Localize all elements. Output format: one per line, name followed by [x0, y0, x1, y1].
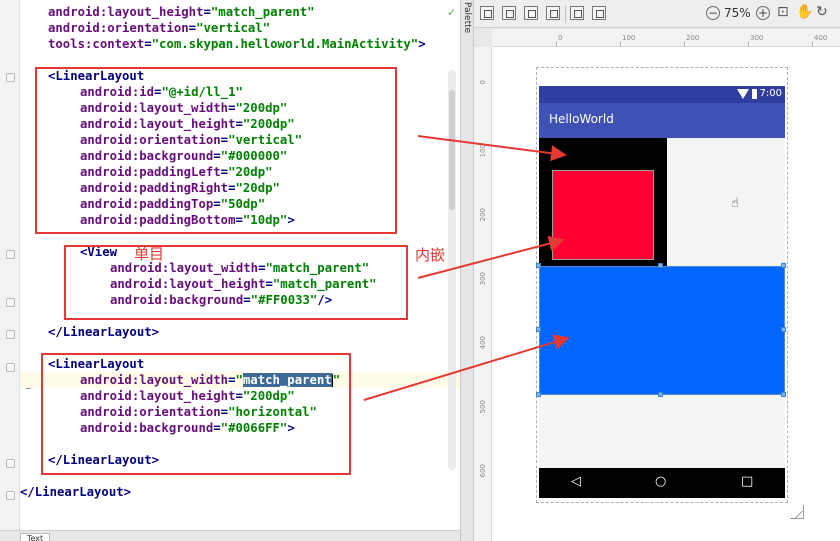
ruler-top-label: 0 [558, 34, 563, 42]
resize-handle[interactable] [536, 392, 541, 397]
preview-linearlayout-2[interactable] [539, 266, 785, 395]
code-token: = [188, 21, 197, 35]
refresh-icon[interactable]: ↻ [816, 4, 828, 20]
ruler-tick [556, 41, 557, 47]
code-token: "com.skypan.helloworld.MainActivity" [151, 37, 419, 51]
zoom-out-icon[interactable]: − [706, 6, 720, 20]
code-token: android:orientation [48, 21, 189, 35]
toolbar-divider [565, 5, 566, 23]
ruler-left: 0 100 200 300 400 500 600 [474, 47, 492, 541]
fold-marker-icon[interactable] [6, 459, 15, 468]
annotation-nested-label: 内嵌 [415, 246, 446, 264]
nav-bar: ◁ ○ □ [539, 468, 785, 498]
ruler-left-label: 600 [479, 464, 487, 478]
blueprint-icon[interactable] [524, 6, 538, 20]
status-bar: 7:00 [539, 86, 785, 103]
check-icon: ✓ [447, 6, 457, 19]
highlight-box-second-layout [41, 353, 351, 475]
expand-horizontal-icon[interactable] [570, 6, 584, 20]
highlight-box-outer-layout [35, 67, 397, 234]
ruler-tick [684, 41, 685, 47]
pan-hand-icon[interactable]: ✋ [796, 4, 813, 20]
resize-handle[interactable] [536, 327, 541, 332]
ruler-left-label: 300 [479, 272, 487, 286]
fold-marker-icon[interactable] [6, 363, 15, 372]
resize-handle[interactable] [781, 392, 786, 397]
hand-cursor-icon: ☝ [731, 196, 739, 211]
ruler-left-label: 100 [479, 144, 487, 158]
ruler-tick [812, 41, 813, 47]
editor-gutter [0, 0, 20, 530]
palette-label[interactable]: Palette [462, 2, 472, 33]
code-token: "vertical" [196, 21, 271, 35]
ruler-left-label: 400 [479, 336, 487, 350]
resize-handle[interactable] [658, 392, 663, 397]
code-token: > [418, 37, 426, 51]
ruler-left-label: 0 [479, 80, 487, 85]
palette-strip[interactable]: Palette [460, 0, 474, 541]
expand-vertical-icon[interactable] [592, 6, 606, 20]
zoom-in-icon[interactable]: + [756, 6, 770, 20]
code-line[interactable]: android:orientation="vertical" [48, 20, 270, 36]
battery-icon [752, 89, 757, 99]
ruler-tick [748, 41, 749, 47]
code-token: </LinearLayout> [48, 325, 160, 339]
ruler-top-label: 300 [750, 34, 764, 42]
fold-marker-icon[interactable] [6, 298, 15, 307]
code-line[interactable]: android:layout_height="match_parent" [48, 4, 315, 20]
ruler-left-label: 200 [479, 208, 487, 222]
scrollbar-thumb[interactable] [449, 90, 455, 210]
tab-text[interactable]: Text [20, 533, 51, 541]
back-icon[interactable]: ◁ [571, 474, 581, 489]
resize-handle[interactable] [536, 263, 541, 268]
fold-marker-icon[interactable] [6, 491, 15, 500]
code-line[interactable]: tools:context="com.skypan.helloworld.Mai… [48, 36, 426, 52]
fold-marker-icon[interactable] [6, 250, 15, 259]
toggle-viewport-icon[interactable] [480, 6, 494, 20]
app-title: HelloWorld [549, 112, 614, 126]
home-icon[interactable]: ○ [655, 474, 666, 489]
select-mode-icon[interactable] [502, 6, 516, 20]
zoom-level: 75% [724, 6, 751, 20]
annotation-single-label: 单目 [134, 245, 165, 263]
ruler-top-label: 400 [814, 34, 828, 42]
design-toolbar: − 75% + ⊡ ✋ ↻ [474, 0, 840, 28]
resize-handle[interactable] [781, 263, 786, 268]
code-token: </LinearLayout> [20, 485, 132, 499]
status-time: 7:00 [759, 88, 782, 99]
ruler-tick [620, 41, 621, 47]
resize-handle[interactable] [781, 327, 786, 332]
ruler-left-label: 500 [479, 400, 487, 414]
code-line[interactable]: </LinearLayout> [20, 484, 131, 500]
zoom-fit-icon[interactable]: ⊡ [777, 4, 789, 20]
fold-marker-icon[interactable] [6, 73, 15, 82]
code-token: android:layout_height [48, 5, 204, 19]
ruler-top: 0 100 200 300 400 [492, 29, 840, 47]
sum-icon[interactable] [546, 6, 560, 20]
highlight-box-view [64, 245, 408, 320]
preview-inner-view[interactable] [552, 170, 654, 260]
code-token: tools:context [48, 37, 145, 51]
resize-handle[interactable] [658, 263, 663, 268]
recents-icon[interactable]: □ [741, 474, 753, 489]
resize-grip-icon[interactable] [790, 505, 804, 519]
editor-bottom-tabs: Text [0, 530, 460, 541]
code-editor[interactable]: android:layout_height="match_parent" andr… [0, 0, 460, 541]
wifi-icon [737, 89, 749, 99]
ruler-top-label: 200 [686, 34, 700, 42]
ruler-top-label: 100 [622, 34, 636, 42]
app-bar: HelloWorld [539, 103, 785, 138]
code-token: = [144, 37, 152, 51]
code-token: = [203, 5, 211, 19]
code-line[interactable]: </LinearLayout> [48, 324, 159, 340]
fold-marker-icon[interactable] [6, 330, 15, 339]
code-token: "match_parent" [210, 5, 315, 19]
